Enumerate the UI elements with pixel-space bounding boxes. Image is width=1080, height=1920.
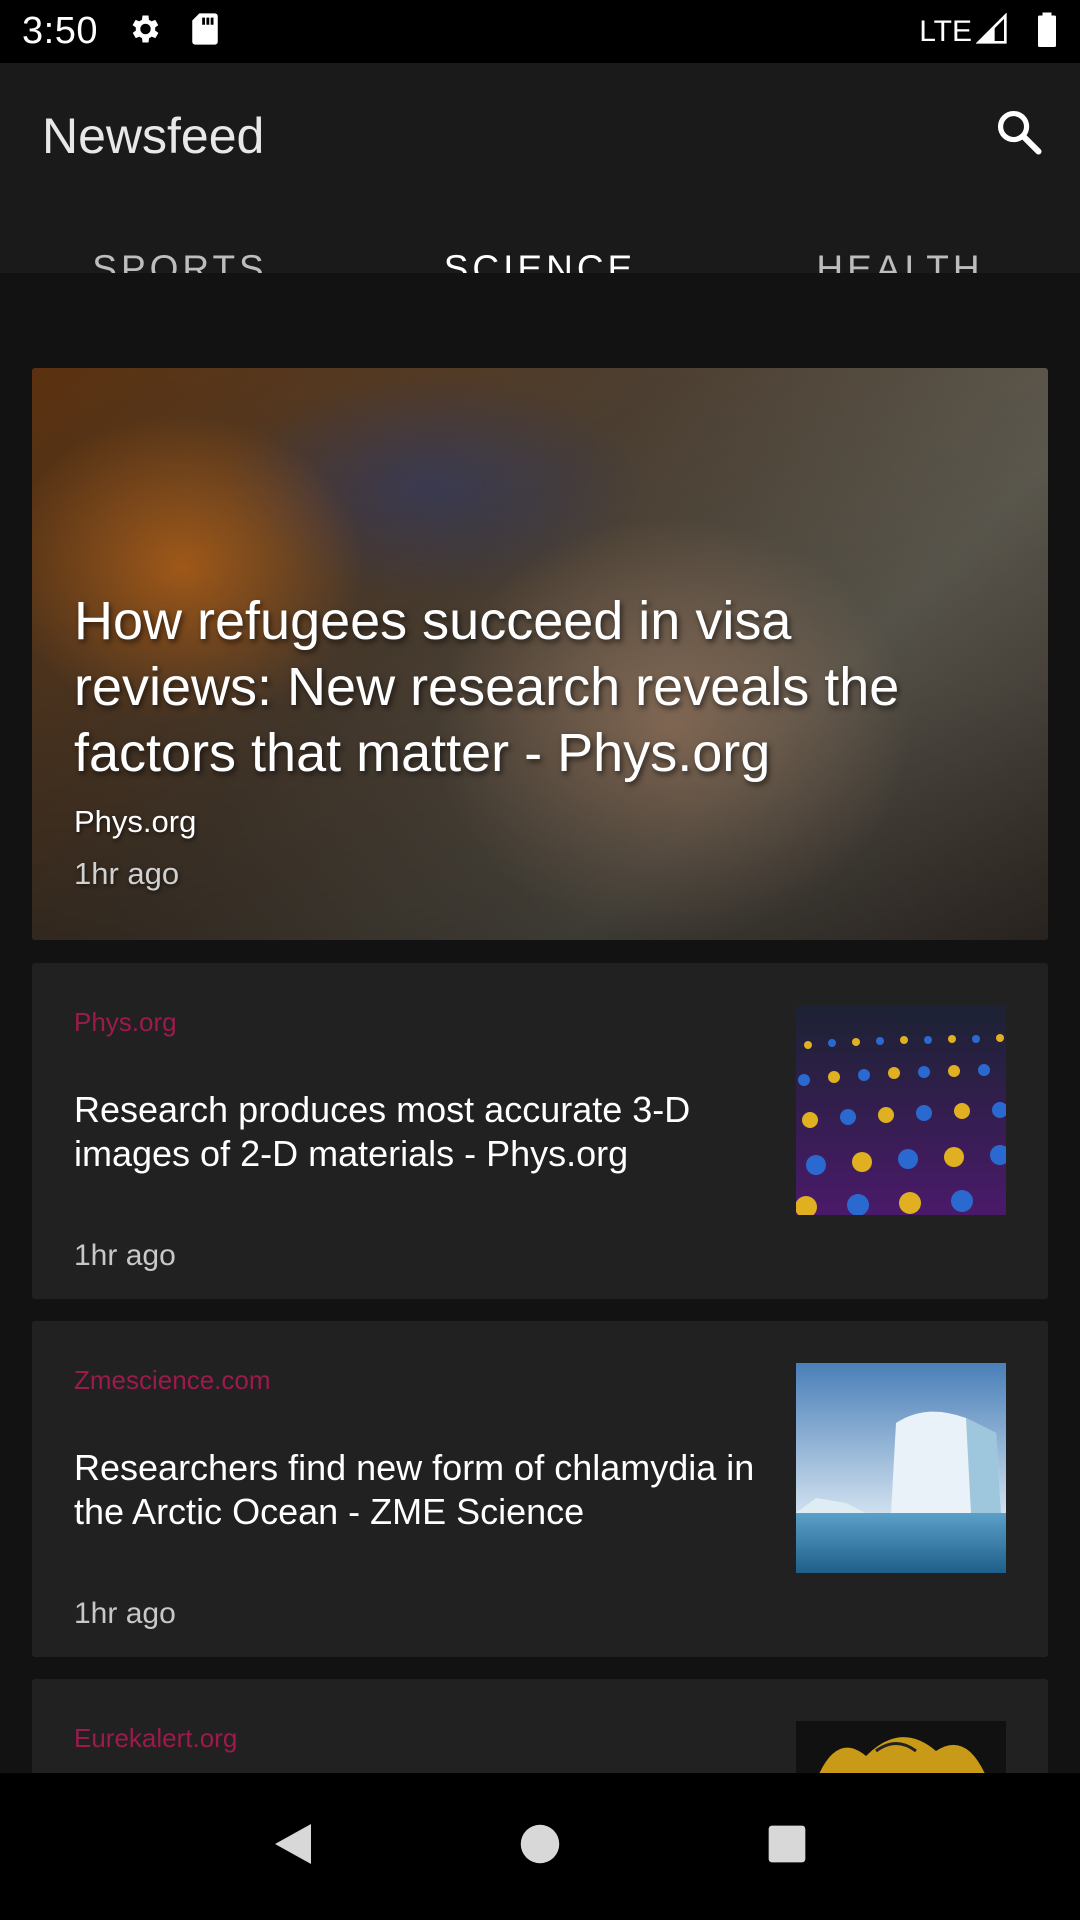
article-source: Phys.org — [74, 1007, 177, 1037]
iceberg-image — [796, 1363, 1006, 1573]
app-bar: Newsfeed SPORTS SCIENCE HEALTH — [0, 63, 1080, 336]
app-title: Newsfeed — [42, 108, 265, 164]
back-icon — [271, 1820, 315, 1873]
status-left: 3:50 — [22, 10, 220, 53]
back-button[interactable] — [253, 1807, 333, 1887]
recents-icon — [767, 1824, 807, 1869]
hero-source: Phys.org — [74, 804, 197, 839]
yellow-shape-image — [796, 1721, 1006, 1773]
article-source: Eurekalert.org — [74, 1723, 238, 1753]
home-button[interactable] — [500, 1807, 580, 1887]
hero-title: How refugees succeed in visa reviews: Ne… — [74, 591, 900, 783]
article-title: Research produces most accurate 3-D imag… — [74, 1089, 691, 1174]
article-source: Zmescience.com — [74, 1365, 271, 1395]
network-label: LTE — [919, 14, 972, 48]
signal-icon — [975, 12, 1008, 50]
network-indicator: LTE — [919, 12, 1008, 50]
status-time: 3:50 — [22, 10, 98, 52]
recents-button[interactable] — [747, 1807, 827, 1887]
article-title: Researchers find new form of chlamydia i… — [74, 1447, 755, 1532]
search-button[interactable] — [984, 99, 1054, 169]
hero-time: 1hr ago — [74, 856, 180, 891]
nav-bar — [0, 1773, 1080, 1920]
article-time: 1hr ago — [74, 1239, 176, 1272]
status-right: LTE — [919, 11, 1058, 52]
news-feed[interactable]: How refugees succeed in visa reviews: Ne… — [0, 273, 1080, 1773]
settings-icon — [126, 11, 162, 52]
search-icon — [993, 106, 1045, 163]
status-bar: 3:50 LTE — [0, 0, 1080, 63]
lattice-image — [796, 1005, 1006, 1215]
sd-card-icon — [190, 12, 220, 51]
article-card[interactable]: Phys.org Research produces most accurate… — [32, 963, 1048, 1299]
article-card[interactable]: Eurekalert.org — [32, 1679, 1048, 1773]
article-card[interactable]: Zmescience.com Researchers find new form… — [32, 1321, 1048, 1657]
home-icon — [519, 1823, 561, 1870]
battery-icon — [1036, 11, 1058, 52]
article-time: 1hr ago — [74, 1597, 176, 1630]
hero-article-card[interactable]: How refugees succeed in visa reviews: Ne… — [32, 368, 1048, 940]
